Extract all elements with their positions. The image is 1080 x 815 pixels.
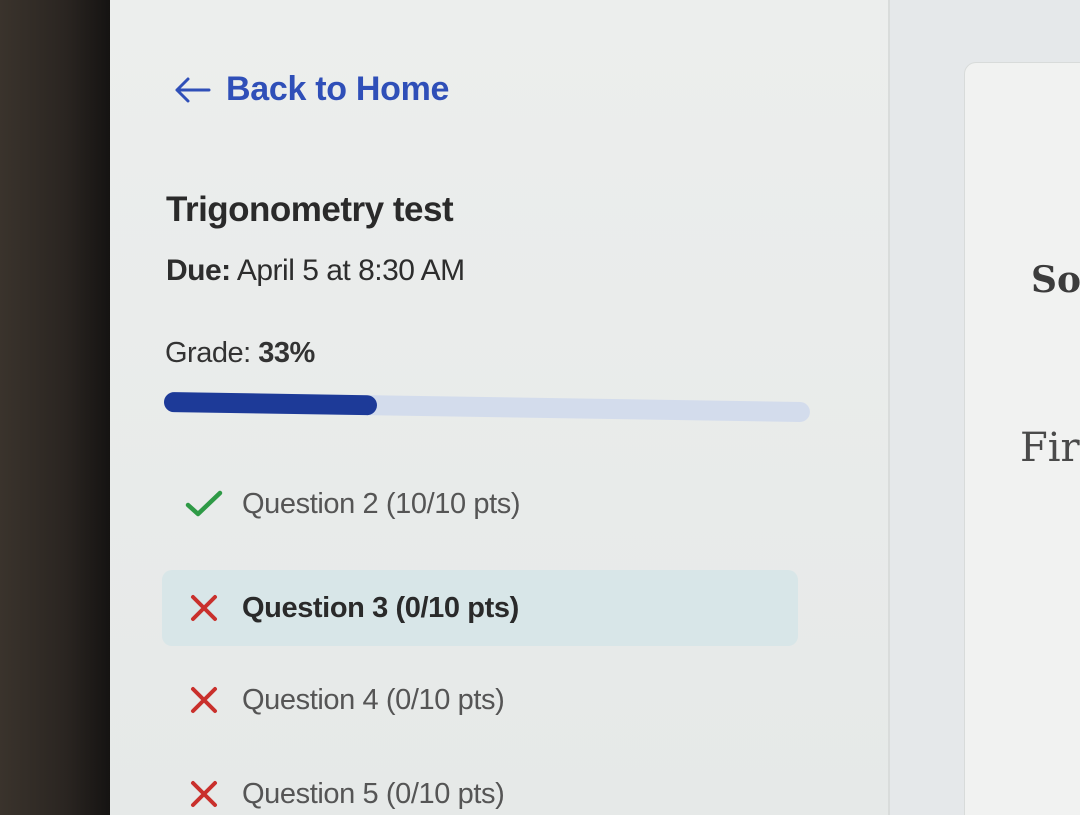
question-heading: So xyxy=(1031,259,1080,301)
due-label: Due: xyxy=(166,254,231,287)
screen: Back to Home Trigonometry test Due: Apri… xyxy=(110,0,1080,815)
check-icon xyxy=(182,489,226,519)
due-date: Due: April 5 at 8:30 AM xyxy=(166,254,465,288)
grade-caption: Grade: xyxy=(165,337,251,369)
question-subheading: Fir xyxy=(1020,425,1080,471)
question-label: Question 2 (10/10 pts) xyxy=(242,487,521,520)
grade-progress-bar xyxy=(163,392,811,423)
x-icon xyxy=(182,779,226,809)
grade-label: Grade: 33% xyxy=(165,337,315,370)
arrow-left-icon xyxy=(172,75,212,105)
question-label: Question 5 (0/10 pts) xyxy=(242,777,505,810)
question-label: Question 4 (0/10 pts) xyxy=(242,683,505,716)
question-item-5[interactable]: Question 5 (0/10 pts) xyxy=(162,756,798,815)
screen-bezel xyxy=(0,0,110,815)
test-title: Trigonometry test xyxy=(166,190,454,229)
question-card: So Fir xyxy=(964,62,1080,815)
grade-value: 33% xyxy=(258,337,315,369)
back-to-home-label: Back to Home xyxy=(226,70,450,108)
x-icon xyxy=(182,593,226,623)
question-panel: So Fir xyxy=(890,0,1080,815)
due-value: April 5 at 8:30 AM xyxy=(236,254,465,287)
grade-progress-fill xyxy=(163,392,378,416)
question-label: Question 3 (0/10 pts) xyxy=(242,591,519,624)
back-to-home-link[interactable]: Back to Home xyxy=(172,70,449,109)
question-item-3[interactable]: Question 3 (0/10 pts) xyxy=(162,570,798,646)
test-sidebar: Back to Home Trigonometry test Due: Apri… xyxy=(110,0,888,815)
question-item-2[interactable]: Question 2 (10/10 pts) xyxy=(162,466,798,542)
question-item-4[interactable]: Question 4 (0/10 pts) xyxy=(162,662,798,738)
x-icon xyxy=(182,685,226,715)
